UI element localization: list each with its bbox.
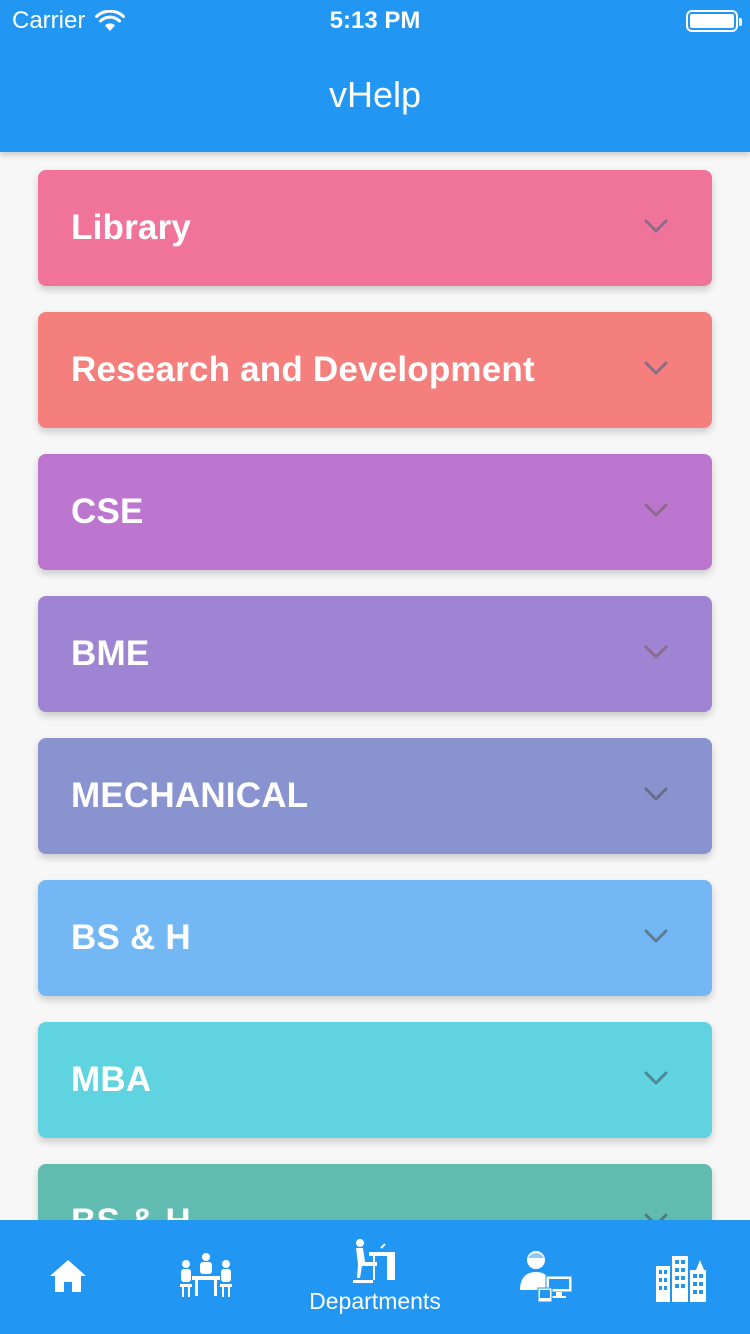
status-time: 5:13 PM xyxy=(329,7,421,34)
home-icon xyxy=(50,1260,86,1292)
bottom-tab-bar: Departments xyxy=(0,1220,750,1334)
chevron-down-icon[interactable] xyxy=(644,218,668,234)
buildings-icon xyxy=(656,1256,706,1302)
chevron-down-icon[interactable] xyxy=(644,360,668,376)
chevron-down-icon[interactable] xyxy=(644,1212,668,1220)
departments-icon xyxy=(353,1239,395,1283)
meeting-icon xyxy=(180,1253,232,1297)
department-label: MECHANICAL xyxy=(71,776,309,815)
department-item-mechanical[interactable]: MECHANICAL xyxy=(38,738,712,854)
department-item-mba[interactable]: MBA xyxy=(38,1022,712,1138)
department-label: BS & H xyxy=(71,1164,191,1220)
staff-computer-icon xyxy=(520,1251,573,1303)
department-item-library[interactable]: Library xyxy=(38,170,712,286)
department-list[interactable]: Library Research and Development CSE BME… xyxy=(0,152,750,1220)
department-item-research[interactable]: Research and Development xyxy=(38,312,712,428)
department-label: MBA xyxy=(71,1060,152,1099)
page-title: vHelp xyxy=(328,74,422,115)
chevron-down-icon[interactable] xyxy=(644,786,668,802)
department-item-cse[interactable]: CSE xyxy=(38,454,712,570)
department-label: CSE xyxy=(71,492,144,531)
chevron-down-icon[interactable] xyxy=(644,928,668,944)
department-item-bme[interactable]: BME xyxy=(38,596,712,712)
department-label: Research and Development xyxy=(71,350,535,389)
tab-departments[interactable]: Departments xyxy=(276,1220,474,1334)
chevron-down-icon[interactable] xyxy=(644,502,668,518)
tab-buildings[interactable] xyxy=(614,1220,750,1334)
tab-meeting[interactable] xyxy=(136,1220,276,1334)
department-label: BS & H xyxy=(71,918,191,957)
chevron-down-icon[interactable] xyxy=(644,1070,668,1086)
tab-home[interactable] xyxy=(0,1220,136,1334)
app-header: Carrier 5:13 PM vHelp xyxy=(0,0,750,152)
tab-staff[interactable] xyxy=(474,1220,614,1334)
status-bar: Carrier 5:13 PM xyxy=(0,0,750,40)
department-item-bsh-2[interactable]: BS & H xyxy=(38,1164,712,1220)
department-label: BME xyxy=(71,634,150,673)
chevron-down-icon[interactable] xyxy=(644,644,668,660)
department-item-bsh[interactable]: BS & H xyxy=(38,880,712,996)
battery-icon xyxy=(686,10,742,32)
app-screen: Carrier 5:13 PM vHelp Library Research a… xyxy=(0,0,750,1334)
department-label: Library xyxy=(71,208,192,247)
tab-departments-label: Departments xyxy=(309,1288,441,1314)
